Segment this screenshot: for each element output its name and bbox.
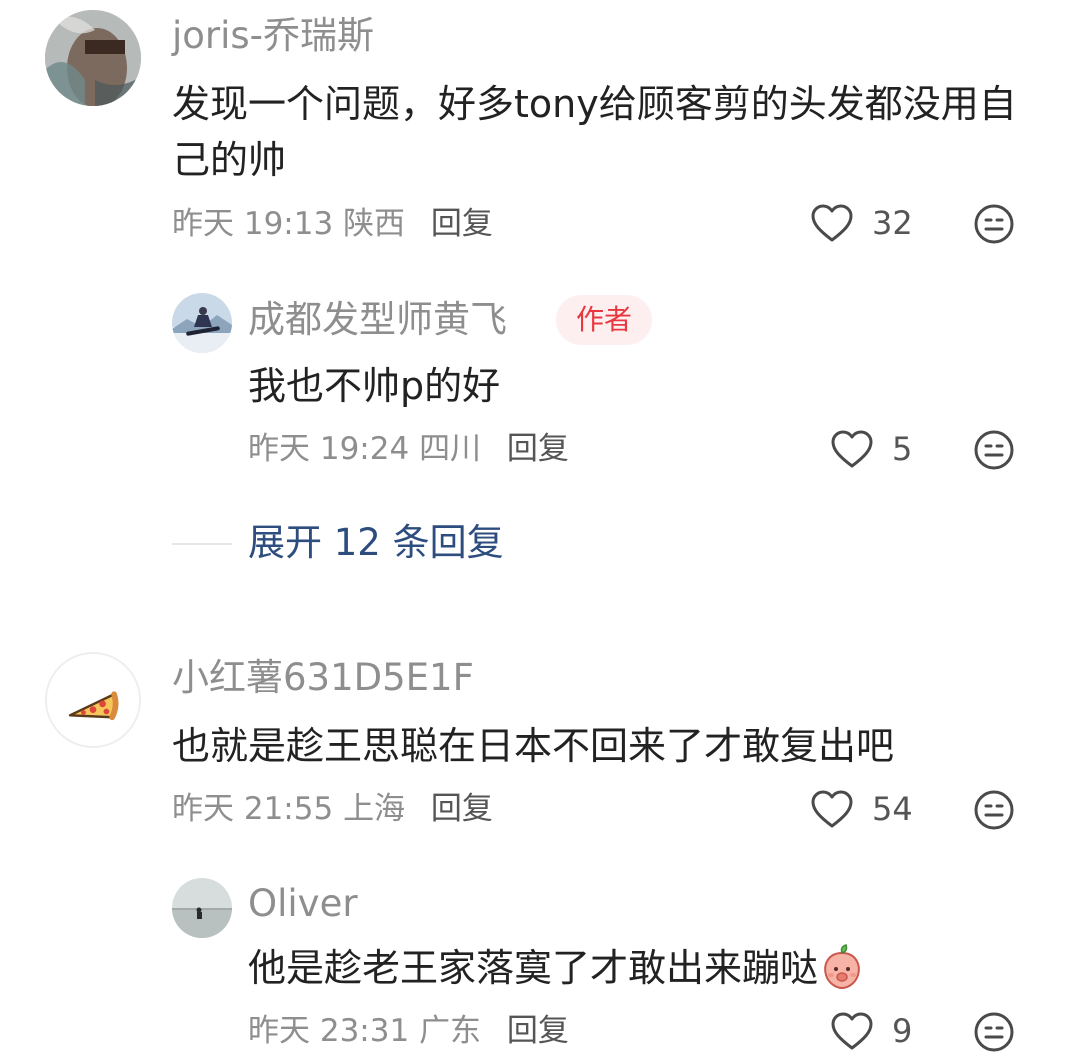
- emoji-reaction-button[interactable]: [973, 429, 1015, 471]
- reply-meta: 昨天 19:24 四川 回复: [248, 429, 569, 469]
- reply-meta: 昨天 23:31 广东 回复: [248, 1011, 569, 1051]
- heart-icon: [811, 204, 853, 242]
- reply-button[interactable]: 回复: [507, 431, 569, 467]
- heart-icon: [831, 1012, 873, 1050]
- portrait-avatar-icon: [45, 10, 141, 106]
- comment-meta: 昨天 21:55 上海 回复: [172, 789, 493, 829]
- comment-text[interactable]: 也就是趁王思聪在日本不回来了才敢复出吧: [172, 718, 1022, 774]
- reply-time: 昨天 23:31: [248, 1013, 410, 1049]
- reply-button[interactable]: 回复: [431, 206, 493, 242]
- comment-list: joris-乔瑞斯 发现一个问题，好多tony给顾客剪的头发都没用自己的帅 昨天…: [0, 0, 1080, 1060]
- pizza-avatar-icon: [47, 654, 139, 746]
- reply-button[interactable]: 回复: [431, 791, 493, 827]
- avatar[interactable]: [172, 293, 232, 353]
- emoji-face-icon: [974, 1012, 1014, 1052]
- expand-divider: [172, 543, 232, 545]
- reply-username[interactable]: 成都发型师黄飞: [248, 298, 507, 342]
- emoji-face-icon: [974, 430, 1014, 470]
- comment-username[interactable]: 小红薯631D5E1F: [172, 656, 474, 700]
- reply-location: 广东: [419, 1013, 482, 1049]
- like-count: 9: [892, 1012, 913, 1050]
- reply-text-row: 他是趁老王家落寞了才敢出来蹦哒: [248, 940, 1028, 996]
- heart-icon: [811, 790, 853, 828]
- like-count: 54: [872, 790, 913, 828]
- like-button[interactable]: 32: [810, 200, 913, 246]
- comment-time: 昨天 21:55: [172, 791, 334, 827]
- comment-meta: 昨天 19:13 陕西 回复: [172, 204, 493, 244]
- snowboarder-avatar-icon: [172, 293, 232, 353]
- emoji-reaction-button[interactable]: [973, 203, 1015, 245]
- reply-username[interactable]: Oliver: [248, 882, 358, 926]
- comment-username[interactable]: joris-乔瑞斯: [172, 14, 374, 58]
- like-count: 32: [872, 204, 913, 242]
- avatar[interactable]: [45, 10, 141, 106]
- comment-text[interactable]: 发现一个问题，好多tony给顾客剪的头发都没用自己的帅: [172, 76, 1022, 188]
- emoji-face-icon: [974, 204, 1014, 244]
- avatar[interactable]: [45, 652, 141, 748]
- comment-time: 昨天 19:13: [172, 206, 334, 242]
- emoji-reaction-button[interactable]: [973, 789, 1015, 831]
- reply-text[interactable]: 我也不帅p的好: [248, 358, 1008, 414]
- like-count: 5: [892, 430, 913, 468]
- reply-location: 四川: [419, 431, 482, 467]
- author-badge: 作者: [556, 295, 653, 345]
- emoji-face-icon: [974, 790, 1014, 830]
- seaside-avatar-icon: [172, 878, 232, 938]
- reply-text[interactable]: 他是趁老王家落寞了才敢出来蹦哒: [248, 946, 818, 990]
- comment-location: 上海: [343, 791, 406, 827]
- like-button[interactable]: 9: [830, 1008, 912, 1054]
- reply-button[interactable]: 回复: [507, 1013, 569, 1049]
- emoji-reaction-button[interactable]: [973, 1011, 1015, 1053]
- comment-location: 陕西: [343, 206, 406, 242]
- expand-replies-button[interactable]: 展开 12 条回复: [248, 520, 504, 566]
- like-button[interactable]: 5: [830, 426, 912, 472]
- avatar[interactable]: [172, 878, 232, 938]
- heart-icon: [831, 430, 873, 468]
- reply-time: 昨天 19:24: [248, 431, 410, 467]
- peach-emoji-icon: [824, 944, 860, 990]
- like-button[interactable]: 54: [810, 786, 913, 832]
